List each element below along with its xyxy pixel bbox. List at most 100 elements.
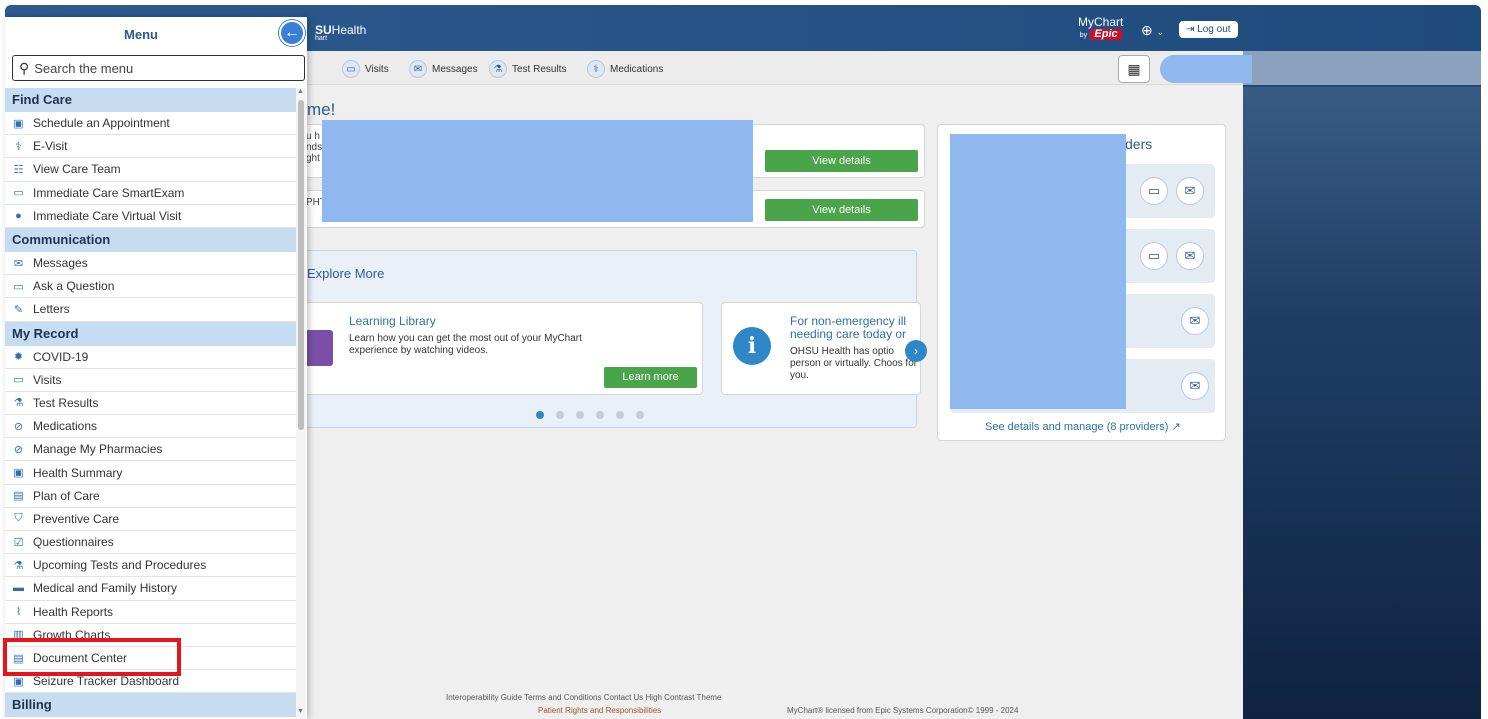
nav-messages[interactable]: ✉ Messages — [409, 60, 478, 78]
menu-item-label: Messages — [33, 256, 88, 271]
info-icon: i — [733, 327, 771, 365]
message-icon[interactable]: ✉ — [1181, 307, 1209, 335]
close-menu-arrow-icon[interactable]: ← — [279, 20, 305, 46]
welcome-heading: me! — [307, 100, 336, 119]
menu-item-label: COVID-19 — [33, 349, 89, 364]
calendar-plus-icon: ▣ — [13, 117, 24, 130]
calendar-icon: ▭ — [342, 60, 360, 78]
carousel-dot[interactable] — [636, 411, 644, 419]
care-card-title[interactable]: For non-emergency ill needing care today… — [790, 315, 920, 343]
menu-item[interactable]: ✎ Letters — [5, 298, 296, 322]
view-details-button-2[interactable]: View details — [765, 199, 918, 221]
menu-item[interactable]: ⚕ E-Visit — [5, 135, 296, 159]
menu-item[interactable]: ⊘ Medications — [5, 415, 296, 439]
envelope-icon: ✉ — [409, 60, 427, 78]
mychart-logo: MyChart by Epic — [1078, 15, 1124, 40]
providers-title: ders — [1125, 136, 1153, 152]
carousel-dots — [536, 411, 644, 419]
menu-item[interactable]: ● Immediate Care Virtual Visit — [5, 205, 296, 228]
menu-item-label: Medications — [33, 419, 98, 434]
menu-item[interactable]: ⌇ Health Reports — [5, 601, 296, 624]
logout-button[interactable]: ⇥ Log out — [1179, 21, 1238, 38]
message-icon[interactable]: ✉ — [1176, 177, 1204, 205]
menu-item-label: Visits — [33, 372, 62, 387]
menu-item-label: Preventive Care — [33, 511, 120, 526]
learning-library-title[interactable]: Learning Library — [349, 315, 436, 328]
qr-code-icon[interactable]: ▦ — [1118, 55, 1150, 83]
menu-list: Find Care ▣ Schedule an Appointment ⚕ E-Visi… — [5, 88, 296, 718]
redacted-providers — [950, 134, 1126, 409]
virus-icon: ✹ — [13, 351, 24, 364]
nav-medications[interactable]: ⚕ Medications — [587, 60, 663, 78]
menu-item-label: Health Summary — [33, 465, 123, 480]
menu-item[interactable]: ⛉ Preventive Care — [5, 508, 296, 531]
search-input[interactable] — [34, 60, 285, 76]
schedule-icon[interactable]: ▭ — [1140, 242, 1168, 270]
footer-links[interactable]: Interoperability Guide Terms and Conditi… — [446, 693, 721, 702]
menu-item[interactable]: ▤ Plan of Care — [5, 485, 296, 508]
patient-rights-link[interactable]: Patient Rights and Responsibilities — [538, 706, 661, 715]
letter-icon: ✎ — [13, 303, 24, 316]
pill-icon: ⊘ — [13, 420, 24, 433]
message-icon[interactable]: ✉ — [1176, 242, 1204, 270]
menu-search[interactable]: ⚲ — [12, 55, 305, 81]
chat-bubble-icon: ▭ — [13, 187, 24, 200]
scroll-thumb[interactable] — [298, 100, 304, 430]
carousel-next-button[interactable]: › — [905, 340, 927, 362]
carousel-dot[interactable] — [556, 411, 564, 419]
learning-library-text: Learn how you can get the most out of yo… — [349, 333, 582, 356]
menu-item[interactable]: ☷ View Care Team — [5, 158, 296, 182]
menu-item[interactable]: ⚗ Test Results — [5, 392, 296, 416]
menu-item[interactable]: ✉ Messages — [5, 252, 296, 276]
explore-more-title: Explore More — [307, 266, 385, 281]
menu-item[interactable]: ⚗ Upcoming Tests and Procedures — [5, 554, 296, 578]
pill-icon: ⊘ — [13, 443, 24, 456]
carousel-dot[interactable] — [596, 411, 604, 419]
nav-test-results[interactable]: ⚗ Test Results — [489, 60, 566, 78]
menu-item[interactable]: ⊘ Manage My Pharmacies — [5, 438, 296, 462]
menu-section-header: Find Care — [5, 88, 296, 112]
carousel-dot[interactable] — [616, 411, 624, 419]
menu-item-label: E-Visit — [33, 139, 68, 154]
calendar-icon: ▭ — [13, 374, 24, 387]
scroll-down-icon[interactable]: ▼ — [297, 708, 304, 715]
learn-more-button[interactable]: Learn more — [604, 367, 697, 388]
menu-item[interactable]: ▣ Health Summary — [5, 461, 296, 485]
menu-scrollbar[interactable]: ▲ ▼ — [296, 88, 306, 719]
video-icon: ● — [15, 209, 22, 222]
menu-section-header: Billing — [5, 693, 296, 718]
menu-title: Menu — [124, 27, 158, 42]
menu-item-label: Letters — [33, 302, 70, 317]
account-menu-redacted[interactable] — [1160, 55, 1252, 83]
manage-providers-link[interactable]: See details and manage (8 providers) ↗ — [985, 420, 1181, 433]
shield-icon: ⛉ — [14, 512, 23, 525]
menu-item-label: Immediate Care SmartExam — [33, 185, 185, 200]
message-icon[interactable]: ✉ — [1181, 372, 1209, 400]
scroll-up-icon[interactable]: ▲ — [297, 88, 304, 95]
flask-clock-icon: ⚗ — [13, 559, 24, 572]
menu-item[interactable]: ✹ COVID-19 — [5, 346, 296, 369]
menu-item[interactable]: ▭ Immediate Care SmartExam — [5, 182, 296, 205]
menu-panel: Menu ← ⚲ Find Care ▣ Schedule an Appointme… — [5, 17, 307, 719]
heart-doc-icon: ▣ — [13, 467, 24, 480]
menu-item[interactable]: ▭ Visits — [5, 369, 296, 392]
menu-item[interactable]: ▬ Medical and Family History — [5, 577, 296, 601]
clipboard-icon: ▤ — [13, 490, 24, 503]
license-text: MyChart® licensed from Epic Systems Corp… — [787, 706, 1019, 715]
menu-item[interactable]: ▭ Ask a Question — [5, 275, 296, 299]
menu-item-label: Schedule an Appointment — [33, 116, 170, 131]
menu-item[interactable]: ☑ Questionnaires — [5, 531, 296, 555]
folder-icon: ▬ — [13, 582, 24, 595]
nav-visits[interactable]: ▭ Visits — [342, 60, 389, 78]
menu-item[interactable]: ▣ Schedule an Appointment — [5, 112, 296, 136]
schedule-icon[interactable]: ▭ — [1140, 177, 1168, 205]
carousel-dot[interactable] — [536, 411, 544, 419]
view-details-button-1[interactable]: View details — [765, 150, 918, 172]
pill-icon: ⚕ — [587, 60, 605, 78]
language-globe-icon[interactable]: ⊕ ⌄ — [1141, 22, 1164, 39]
flask-icon: ⚗ — [489, 60, 507, 78]
menu-item-label: Plan of Care — [33, 488, 100, 503]
brand-logo[interactable]: SUHealth hart — [315, 23, 366, 42]
carousel-dot[interactable] — [576, 411, 584, 419]
search-icon: ⚲ — [19, 59, 30, 76]
